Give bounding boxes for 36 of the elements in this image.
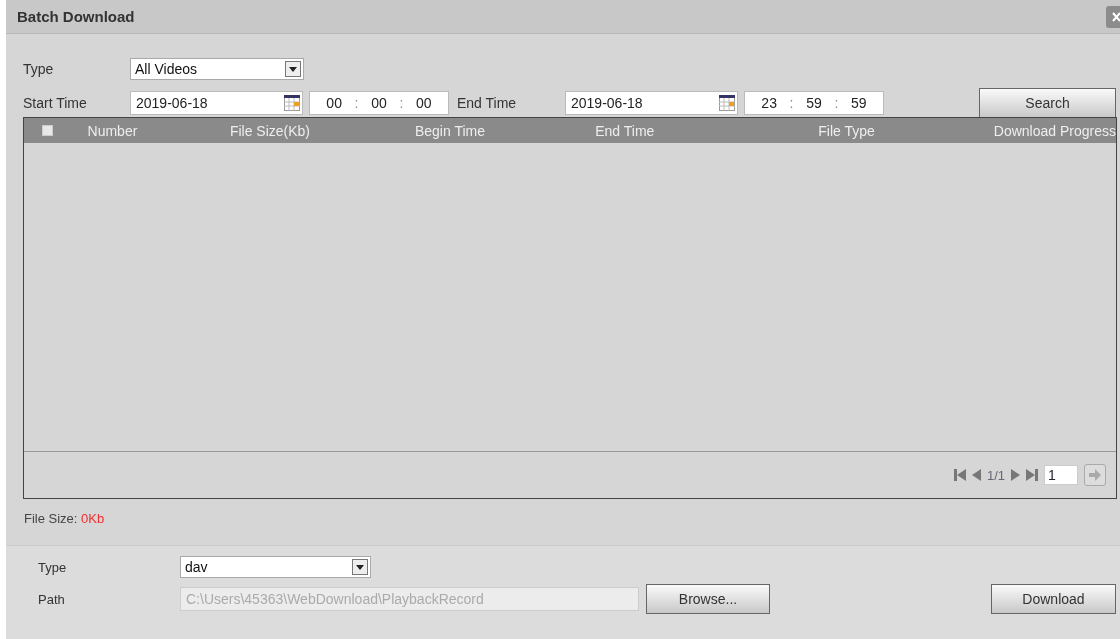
format-type-label: Type [38, 559, 68, 575]
close-icon[interactable] [1112, 11, 1120, 22]
file-size-value: 0Kb [81, 511, 105, 526]
arrow-right-icon[interactable] [1089, 469, 1101, 481]
browse-button[interactable]: Browse... [646, 584, 770, 614]
next-page-icon[interactable] [1011, 469, 1020, 481]
column-header: File Type [818, 122, 876, 139]
search-button[interactable]: Search [979, 88, 1116, 118]
type-dropdown[interactable]: All Videos [130, 58, 304, 80]
file-size-label: File Size: [24, 511, 78, 526]
time-field[interactable]: 00 : 00 : 00 [309, 91, 449, 115]
column-header: End Time [595, 122, 656, 139]
first-page-icon[interactable] [953, 469, 966, 481]
type-label: Type [23, 61, 55, 77]
calendar-icon[interactable] [719, 95, 735, 111]
column-header: Begin Time [414, 122, 486, 139]
close-button[interactable] [1106, 5, 1120, 28]
select-all-checkbox[interactable] [42, 125, 53, 136]
calendar-icon[interactable] [284, 95, 300, 111]
previous-page-icon[interactable] [971, 469, 981, 481]
page-input[interactable]: 1 [1044, 465, 1078, 485]
last-page-icon[interactable] [1026, 469, 1038, 481]
column-header: Number [87, 122, 139, 139]
path-label: Path [38, 591, 66, 607]
page-indicator: 1/1 [986, 467, 1005, 483]
start-date-field[interactable]: 2019-06-18 [130, 91, 303, 115]
time-field[interactable]: 23 : 59 : 59 [744, 91, 884, 115]
end-date-field[interactable]: 2019-06-18 [565, 91, 738, 115]
window-title: Batch Download [17, 8, 135, 25]
go-button[interactable] [1084, 464, 1106, 486]
column-header: Download Progress [993, 122, 1116, 139]
end-time-label: End Time [457, 95, 518, 111]
column-header: File Size(Kb) [229, 122, 312, 139]
download-button[interactable]: Download [991, 584, 1116, 614]
format-dropdown[interactable]: dav [180, 556, 371, 578]
start-time-label: Start Time [23, 95, 88, 111]
